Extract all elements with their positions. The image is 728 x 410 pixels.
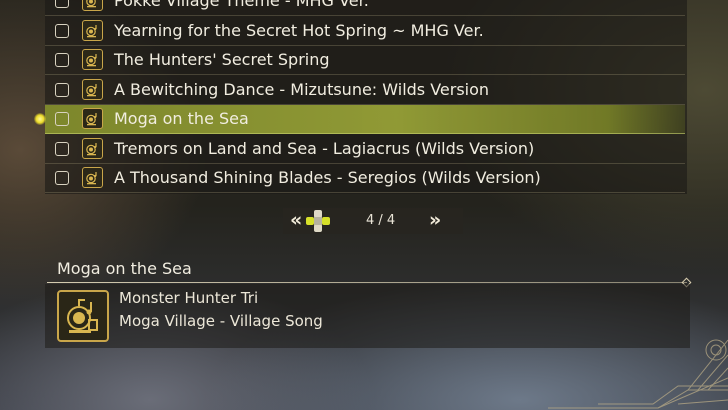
dpad-icon xyxy=(306,210,330,232)
song-title: Tremors on Land and Sea - Lagiacrus (Wil… xyxy=(114,138,535,158)
song-row[interactable]: Tremors on Land and Sea - Lagiacrus (Wil… xyxy=(45,135,685,164)
song-checkbox[interactable] xyxy=(55,141,69,156)
music-player-icon xyxy=(82,167,103,188)
song-title: The Hunters' Secret Spring xyxy=(114,50,330,69)
selection-cursor-icon xyxy=(34,113,46,125)
page-indicator: 4 / 4 xyxy=(366,213,396,228)
song-row[interactable]: Yearning for the Secret Hot Spring ~ MHG… xyxy=(45,17,685,46)
music-player-icon xyxy=(82,108,103,129)
song-row[interactable]: A Bewitching Dance - Mizutsune: Wilds Ve… xyxy=(45,76,685,105)
song-title: Moga on the Sea xyxy=(114,109,249,128)
song-checkbox[interactable] xyxy=(55,82,69,97)
song-row[interactable]: Pokke Village Theme - MHG Ver. xyxy=(45,0,685,16)
song-title: A Bewitching Dance - Mizutsune: Wilds Ve… xyxy=(114,79,490,99)
song-title: Yearning for the Secret Hot Spring ~ MHG… xyxy=(114,20,484,40)
song-row[interactable]: The Hunters' Secret Spring xyxy=(45,46,685,75)
detail-game: Monster Hunter Tri xyxy=(119,289,259,307)
music-player-icon xyxy=(82,49,103,70)
song-title: Pokke Village Theme - MHG Ver. xyxy=(114,0,369,10)
song-checkbox[interactable] xyxy=(55,23,69,38)
decorative-pattern-icon xyxy=(548,339,728,409)
next-page-button[interactable]: » xyxy=(429,209,441,231)
divider xyxy=(47,282,687,283)
music-player-icon xyxy=(82,19,103,41)
music-player-icon xyxy=(82,0,103,11)
music-player-icon xyxy=(82,78,103,100)
music-player-icon xyxy=(82,137,103,159)
song-checkbox[interactable] xyxy=(55,112,69,126)
song-checkbox[interactable] xyxy=(55,53,69,67)
song-row[interactable]: A Thousand Shining Blades - Seregios (Wi… xyxy=(45,164,685,193)
song-row[interactable]: Moga on the Sea xyxy=(45,105,685,134)
music-player-icon xyxy=(57,290,109,342)
detail-track: Moga Village - Village Song xyxy=(119,312,323,330)
song-title: A Thousand Shining Blades - Seregios (Wi… xyxy=(114,168,541,187)
song-checkbox[interactable] xyxy=(55,171,69,185)
prev-page-button[interactable]: « xyxy=(290,209,302,231)
detail-title: Moga on the Sea xyxy=(57,259,192,278)
song-checkbox[interactable] xyxy=(55,0,69,8)
